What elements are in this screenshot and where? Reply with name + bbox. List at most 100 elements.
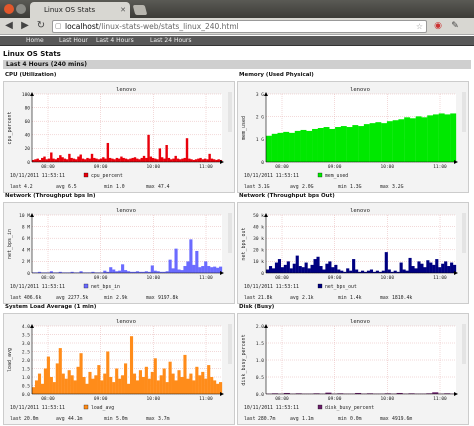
forward-icon[interactable]: ▶ <box>19 20 31 32</box>
data-bar <box>349 271 352 273</box>
data-bar <box>141 158 143 162</box>
panel-title: Network (Throughput bps Out) <box>239 193 335 199</box>
url-host: localhost <box>65 22 99 31</box>
address-bar[interactable]: ▢ localhost/linux-stats-web/stats_linux_… <box>52 20 427 33</box>
legend-swatch <box>318 173 322 177</box>
y-axis-label: disk_busy_percent <box>241 334 247 385</box>
data-bar <box>161 157 163 162</box>
new-tab-button[interactable] <box>133 5 148 15</box>
data-bar <box>129 159 131 162</box>
browser-tab[interactable]: Linux OS Stats ✕ <box>30 2 130 18</box>
nav-last-24-hours[interactable]: Last 24 Hours <box>150 36 192 46</box>
stat-min: 5.0m <box>116 416 128 422</box>
data-bar <box>32 160 34 162</box>
tab-close-icon[interactable]: ✕ <box>120 2 126 18</box>
panel-title: Disk (Busy) <box>239 304 274 310</box>
data-bar <box>314 259 317 273</box>
stat-label-avg: avg <box>56 185 65 190</box>
stat-min: 1.4k <box>350 295 362 301</box>
stat-label-max: max <box>380 417 389 422</box>
stat-min: 1.0 <box>116 184 125 190</box>
extension-icon[interactable]: ◉ <box>432 20 444 32</box>
data-bar <box>80 155 82 162</box>
data-bar <box>136 380 139 394</box>
data-bar <box>48 159 50 162</box>
data-bar <box>65 379 68 394</box>
close-window-icon[interactable] <box>4 4 14 14</box>
data-bar <box>423 267 426 273</box>
stat-max: 3.2G <box>392 184 404 190</box>
x-tick-label: 11:00 <box>199 275 213 281</box>
data-bar <box>352 259 355 273</box>
page-icon: ▢ <box>55 21 62 32</box>
data-bar <box>206 159 208 162</box>
bookmark-star-icon[interactable]: ☆ <box>416 21 423 32</box>
legend-swatch <box>318 284 322 288</box>
x-tick-label: 09:00 <box>94 164 108 170</box>
data-bar <box>189 239 192 273</box>
data-bar <box>175 156 177 162</box>
stat-label-min: min <box>338 184 347 190</box>
data-bar <box>213 159 215 162</box>
data-bar <box>312 129 318 162</box>
graph-svg: lenovocpu_percent10080604020008:0009:001… <box>4 82 236 194</box>
data-bar <box>319 266 322 273</box>
y-tick-label: 3.0 <box>22 341 30 347</box>
section-header: Last 4 Hours (240 mins) <box>3 60 471 69</box>
data-bar <box>77 157 79 162</box>
wrench-icon[interactable]: ✎ <box>449 20 461 32</box>
data-bar <box>181 159 183 162</box>
data-bar <box>118 159 120 162</box>
data-bar <box>116 158 118 162</box>
data-bar <box>301 130 307 162</box>
minimize-window-icon[interactable] <box>16 4 26 14</box>
stat-label-max: max <box>380 185 389 190</box>
y-tick-label: 8 M <box>22 224 30 230</box>
x-tick-label: 10:00 <box>147 164 161 170</box>
reload-icon[interactable]: ↻ <box>35 20 47 32</box>
nav-last-hour[interactable]: Last Hour <box>59 36 88 46</box>
data-bar <box>266 270 269 273</box>
data-bar <box>59 155 61 162</box>
data-bar <box>93 158 95 162</box>
x-tick-label: 11:00 <box>199 164 213 170</box>
data-bar <box>98 159 100 162</box>
data-bar <box>420 264 423 273</box>
data-bar <box>177 370 180 394</box>
stat-label-min: min <box>104 416 113 422</box>
data-bar <box>148 379 151 394</box>
data-bar <box>172 268 175 273</box>
data-bar <box>394 271 397 273</box>
data-bar <box>103 271 106 273</box>
x-tick-label: 10:00 <box>147 275 161 281</box>
legend-swatch <box>84 405 88 409</box>
stat-last: 20.0m <box>24 416 39 422</box>
data-bar <box>289 133 295 162</box>
back-icon[interactable]: ◀ <box>3 20 15 32</box>
data-bar <box>170 159 172 162</box>
data-bar <box>444 114 450 162</box>
data-bar <box>180 377 183 394</box>
data-bar <box>305 263 308 273</box>
data-bar <box>329 129 335 162</box>
data-bar <box>439 113 445 162</box>
data-bar <box>121 375 124 394</box>
data-bar <box>409 258 412 273</box>
stat-label-max: max <box>146 417 155 422</box>
x-tick-label: 08:00 <box>41 164 55 170</box>
nav-home[interactable]: Home <box>26 36 44 46</box>
data-bar <box>210 267 213 273</box>
legend-label: net_bps_in <box>91 284 120 290</box>
stat-label-max: max <box>146 185 155 190</box>
browser-window: Linux OS Stats ✕ ◀ ▶ ↻ ▢ localhost/linux… <box>0 0 474 425</box>
data-bar <box>61 157 63 162</box>
data-bar <box>124 363 127 394</box>
nav-last-4-hours[interactable]: Last 4 Hours <box>96 36 134 46</box>
stat-max: 4919.6m <box>392 416 412 422</box>
graph-svg: lenovomem_used3 G2 G1 G008:0009:0010:001… <box>238 82 470 194</box>
graph-date: 10/11/2011 11:53:11 <box>244 173 299 179</box>
x-tick-label: 09:00 <box>328 164 342 170</box>
data-bar <box>86 158 88 162</box>
data-bar <box>88 372 91 394</box>
data-bar <box>179 159 181 162</box>
